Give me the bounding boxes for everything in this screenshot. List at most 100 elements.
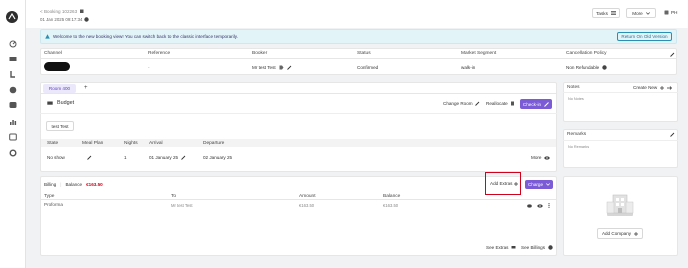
- guest-chip[interactable]: test Test: [46, 121, 74, 131]
- summary-divider: [40, 58, 677, 59]
- room-card: [40, 82, 557, 172]
- channel-logo: [44, 62, 70, 71]
- dashboard-icon[interactable]: [8, 39, 17, 48]
- edit-policy-icon[interactable]: [670, 52, 675, 57]
- room-more-label: More: [531, 155, 542, 160]
- breadcrumb[interactable]: < Booking 102263: [40, 9, 84, 14]
- view-icon[interactable]: [537, 203, 543, 208]
- alert-icon: [45, 34, 50, 39]
- tab-room-400[interactable]: Room 400: [43, 84, 76, 93]
- col-balance: Balance: [383, 194, 401, 199]
- chat-icon[interactable]: [8, 100, 17, 109]
- edit-icon: [474, 101, 480, 106]
- room-header-divider: [40, 113, 557, 114]
- billing-header: Billing | Balance €163.50: [44, 182, 103, 187]
- bill-balance: €163.50: [383, 203, 399, 208]
- arrow-right-icon[interactable]: [667, 85, 673, 90]
- col-market-segment: Market Segment: [461, 51, 497, 56]
- calendar-icon[interactable]: [8, 132, 17, 141]
- billing-card: [40, 176, 557, 256]
- edit-arrival-icon[interactable]: [181, 155, 186, 160]
- billing-title: Billing: [44, 182, 57, 187]
- reference-value: -: [148, 65, 150, 70]
- eye-icon[interactable]: [527, 203, 532, 208]
- change-room-button[interactable]: Change Room: [443, 101, 480, 106]
- see-billings-label: See Billings: [521, 245, 546, 250]
- money-icon[interactable]: [8, 85, 17, 94]
- create-note-button[interactable]: Create New: [633, 85, 673, 90]
- charge-button[interactable]: Charge: [525, 180, 553, 189]
- add-extras-label: Add Extras: [490, 181, 513, 186]
- col-channel: Channel: [44, 51, 62, 56]
- bill-type: Proforma: [44, 202, 63, 207]
- remarks-divider: [563, 140, 678, 141]
- banner-text-row: Welcome to the new booking view! You can…: [45, 34, 238, 39]
- tag-icon: [279, 65, 284, 70]
- check-in-label: Check-in: [522, 101, 542, 107]
- see-billings-link[interactable]: See Billings: [521, 245, 553, 250]
- reallocate-label: Reallocate: [486, 101, 508, 106]
- add-company-button[interactable]: Add Company: [597, 228, 643, 239]
- list-icon: [610, 11, 616, 15]
- col-amount: Amount: [299, 194, 316, 199]
- col-booker: Booker: [252, 51, 268, 56]
- col-nights: Nights: [124, 141, 138, 146]
- info-icon[interactable]: [602, 65, 607, 70]
- segment-value: walk-in: [461, 65, 476, 70]
- plus-icon: [660, 85, 665, 90]
- reports-icon[interactable]: [8, 117, 17, 126]
- more-menu-button[interactable]: More: [626, 8, 656, 18]
- top-bar: [26, 0, 688, 28]
- banner-message: Welcome to the new booking view! You can…: [53, 34, 238, 39]
- policy-value: Non Refundable: [566, 65, 600, 70]
- sidebar: [0, 0, 26, 268]
- balance-label: Balance: [65, 182, 83, 187]
- edit-booker-icon[interactable]: [286, 65, 292, 70]
- edit-meal-plan-icon[interactable]: [87, 155, 92, 160]
- room-table-header: [41, 139, 556, 147]
- check-in-button[interactable]: Check-in: [520, 99, 552, 109]
- add-company-label: Add Company: [601, 231, 632, 236]
- room-more-button[interactable]: More: [531, 155, 551, 160]
- plus-icon: [634, 231, 639, 236]
- booking-number[interactable]: < Booking 102263: [40, 9, 77, 14]
- more-label: More: [632, 10, 643, 16]
- cart-icon: [511, 245, 516, 250]
- edit-remarks-icon[interactable]: [670, 132, 675, 137]
- tasks-button[interactable]: Tasks: [592, 8, 620, 18]
- room-type-name: Budget: [57, 100, 75, 106]
- swap-icon: [510, 101, 515, 106]
- kebab-menu-icon[interactable]: [548, 203, 550, 208]
- info-icon: [84, 17, 90, 22]
- notes-empty: No Notes: [568, 97, 584, 101]
- change-room-label: Change Room: [443, 101, 473, 106]
- cleaning-icon[interactable]: [8, 69, 17, 78]
- app-logo[interactable]: [6, 11, 18, 23]
- return-old-version-button[interactable]: Return On Old Version: [617, 32, 672, 41]
- user-menu[interactable]: PH: [664, 10, 677, 15]
- col-state: State: [47, 141, 59, 146]
- col-to: To: [171, 194, 177, 199]
- key-icon: [544, 101, 549, 107]
- notes-divider: [563, 92, 678, 93]
- plus-icon: [514, 181, 519, 186]
- add-extras-button[interactable]: Add Extras: [490, 181, 519, 186]
- eye-icon: [544, 155, 551, 160]
- booking-datetime: 01 Jan 2025 09:17:34: [40, 17, 83, 22]
- policy-cell: Non Refundable: [566, 65, 607, 70]
- settings-icon[interactable]: [8, 148, 17, 157]
- see-extras-label: See Extras: [486, 245, 509, 250]
- room-type: Budget: [47, 100, 74, 106]
- copy-icon[interactable]: [79, 9, 84, 14]
- add-room-tab[interactable]: +: [84, 85, 88, 91]
- building-icon: [605, 193, 635, 217]
- booker-name[interactable]: Mr test Test: [252, 65, 276, 70]
- chevron-down-icon: [546, 183, 550, 186]
- chevron-down-icon: [645, 11, 650, 15]
- reallocate-button[interactable]: Reallocate: [486, 101, 515, 106]
- create-note-label: Create New: [633, 85, 658, 90]
- bed-icon[interactable]: [8, 54, 17, 63]
- charge-label: Charge: [527, 182, 544, 187]
- booking-date: 01 Jan 2025 09:17:34: [40, 17, 90, 22]
- see-extras-link[interactable]: See Extras: [486, 245, 516, 250]
